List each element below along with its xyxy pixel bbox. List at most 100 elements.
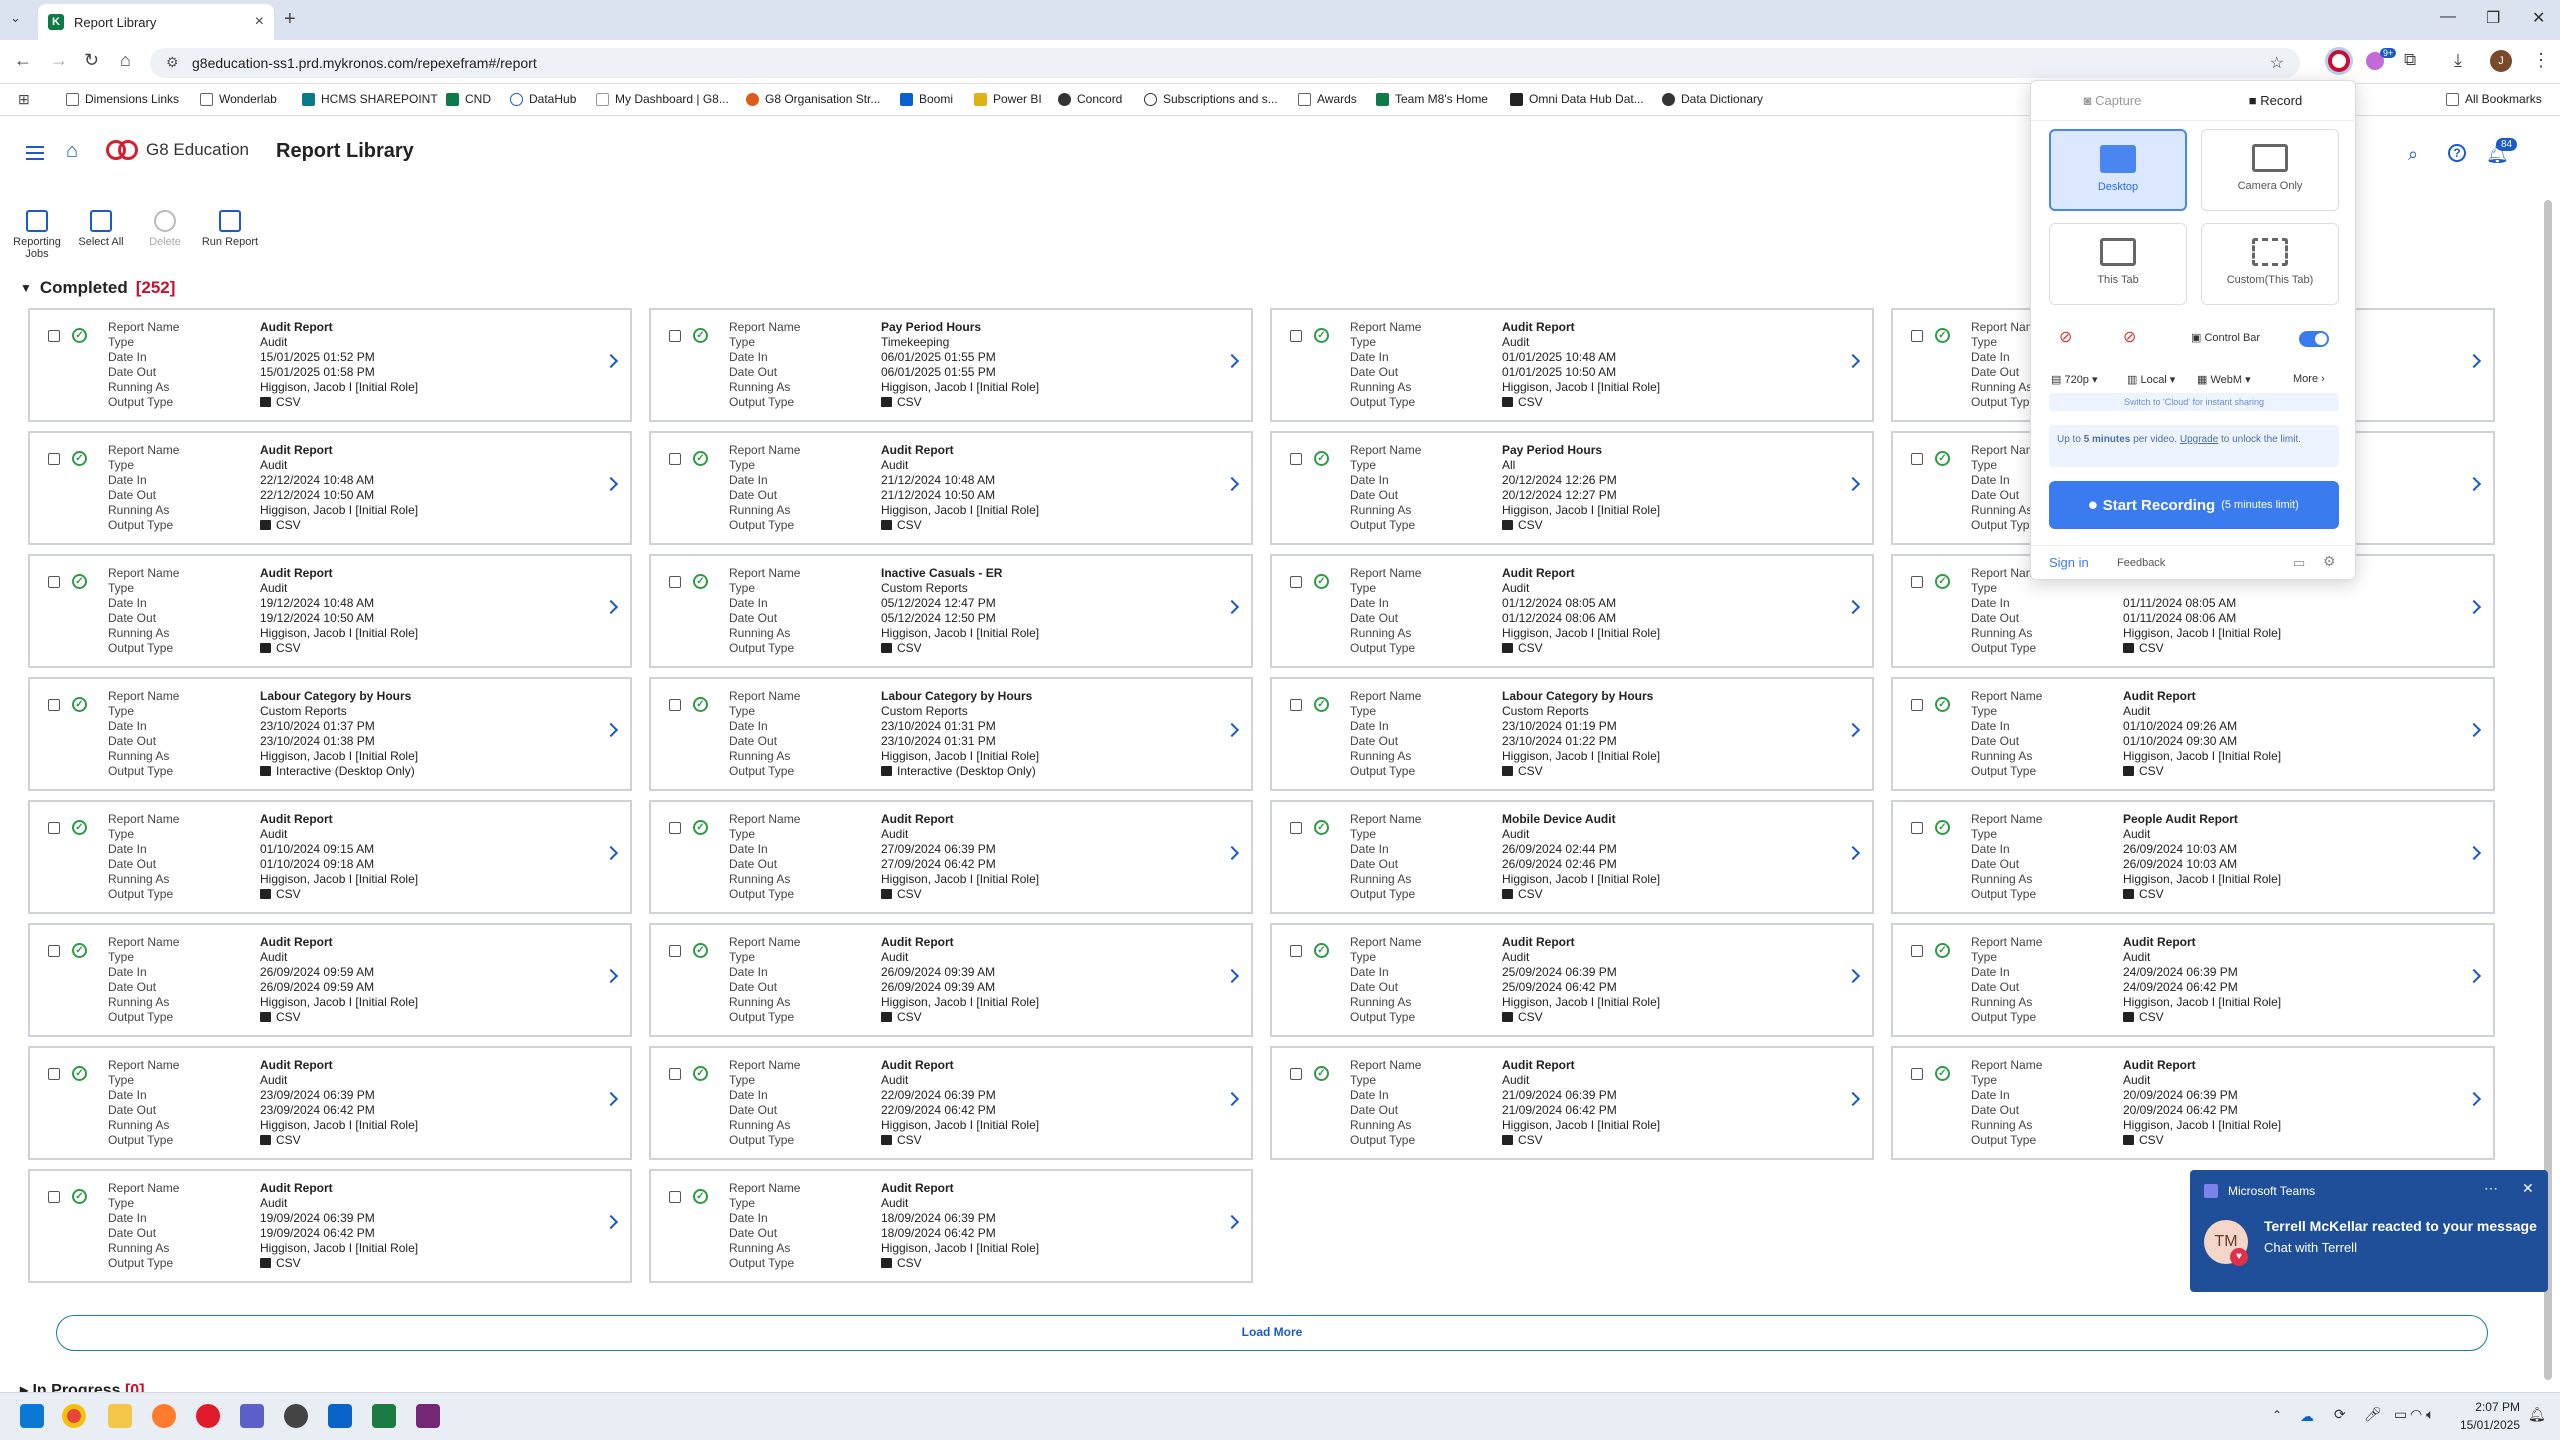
outlook-icon[interactable] <box>328 1404 352 1428</box>
teams-notification-toast[interactable]: Microsoft Teams ⋯ ✕ TM ♥ Terrell McKella… <box>2190 1170 2548 1292</box>
chevron-right-icon[interactable] <box>1845 353 1861 369</box>
chevron-right-icon[interactable] <box>1845 845 1861 861</box>
profile-avatar[interactable]: J <box>2490 50 2512 72</box>
chrome-icon[interactable] <box>62 1404 86 1428</box>
report-card[interactable]: ✓ Report Name Type Date In Date Out Running A… <box>1891 923 2495 1037</box>
report-checkbox[interactable] <box>1911 699 1923 711</box>
firefox-icon[interactable] <box>152 1404 176 1428</box>
report-card[interactable]: ✓ Report Name Type Date In Date Out Running A… <box>1270 1046 1874 1160</box>
chevron-right-icon[interactable] <box>2466 476 2482 492</box>
report-checkbox[interactable] <box>1911 453 1923 465</box>
report-checkbox[interactable] <box>48 330 60 342</box>
this-tab-option[interactable]: This Tab <box>2049 223 2187 305</box>
chevron-right-icon[interactable] <box>2466 968 2482 984</box>
settings-gear-icon[interactable]: ⚙ <box>2323 553 2336 570</box>
folder-icon[interactable]: ▭ <box>2293 555 2305 571</box>
chevron-right-icon[interactable] <box>1224 968 1240 984</box>
delete-button[interactable]: Delete <box>140 210 190 248</box>
bookmark-star-icon[interactable]: ☆ <box>2270 53 2284 73</box>
chevron-right-icon[interactable] <box>1224 845 1240 861</box>
report-card[interactable]: ✓ Report Name Type Date In Date Out Running A… <box>28 923 632 1037</box>
report-checkbox[interactable] <box>48 699 60 711</box>
chevron-right-icon[interactable] <box>1224 353 1240 369</box>
chevron-right-icon[interactable] <box>1224 599 1240 615</box>
storage-select[interactable]: ▥ Local ▾ <box>2127 373 2175 386</box>
more-settings-link[interactable]: More › <box>2293 373 2325 385</box>
report-checkbox[interactable] <box>669 453 681 465</box>
extensions-puzzle-icon[interactable]: ⧉ <box>2404 50 2416 70</box>
bookmark-item[interactable]: G8 Organisation Str... <box>746 92 880 106</box>
report-card[interactable]: ✓ Report Name Type Date In Date Out Running A… <box>1270 800 1874 914</box>
sign-in-link[interactable]: Sign in <box>2049 555 2089 570</box>
power-apps-icon[interactable] <box>416 1404 440 1428</box>
report-card[interactable]: ✓ Report Name Type Date In Date Out Running A… <box>28 554 632 668</box>
close-toast-icon[interactable]: ✕ <box>2522 1180 2534 1197</box>
chevron-right-icon[interactable] <box>1845 476 1861 492</box>
site-info-icon[interactable]: ⚙ <box>166 54 179 71</box>
report-checkbox[interactable] <box>1290 822 1302 834</box>
chevron-right-icon[interactable] <box>2466 1091 2482 1107</box>
clock-date[interactable]: 15/01/2025 <box>2452 1418 2520 1432</box>
report-card[interactable]: ✓ Report Name Type Date In Date Out Running A… <box>28 800 632 914</box>
reload-icon[interactable]: ↻ <box>84 50 99 71</box>
screen-recorder-extension-icon[interactable] <box>2328 50 2350 72</box>
feedback-link[interactable]: Feedback <box>2117 557 2165 569</box>
search-icon[interactable]: ⌕ <box>2408 144 2428 164</box>
report-card[interactable]: ✓ Report Name Type Date In Date Out Running A… <box>649 1046 1253 1160</box>
bookmark-item[interactable]: My Dashboard | G8... <box>596 92 729 106</box>
bookmark-item[interactable]: HCMS SHAREPOINT <box>302 92 438 106</box>
report-card[interactable]: ✓ Report Name Type Date In Date Out Running A… <box>28 431 632 545</box>
report-checkbox[interactable] <box>669 945 681 957</box>
chevron-right-icon[interactable] <box>1224 1091 1240 1107</box>
chevron-right-icon[interactable] <box>603 1214 619 1230</box>
bookmark-item[interactable]: Data Dictionary <box>1662 92 1763 106</box>
report-checkbox[interactable] <box>669 330 681 342</box>
chevron-right-icon[interactable] <box>1224 1214 1240 1230</box>
report-checkbox[interactable] <box>48 822 60 834</box>
report-checkbox[interactable] <box>48 576 60 588</box>
report-checkbox[interactable] <box>1290 330 1302 342</box>
report-checkbox[interactable] <box>1911 822 1923 834</box>
format-select[interactable]: ▦ WebM ▾ <box>2197 373 2251 386</box>
new-tab-icon[interactable]: + <box>284 8 296 31</box>
report-card[interactable]: ✓ Report Name Type Date In Date Out Running A… <box>1270 554 1874 668</box>
teams-taskbar-icon[interactable] <box>240 1404 264 1428</box>
report-card[interactable]: ✓ Report Name Type Date In Date Out Running A… <box>28 1046 632 1160</box>
chevron-right-icon[interactable] <box>1845 968 1861 984</box>
control-bar-toggle[interactable] <box>2299 331 2329 347</box>
report-checkbox[interactable] <box>669 699 681 711</box>
all-bookmarks[interactable]: All Bookmarks <box>2446 92 2542 106</box>
chevron-right-icon[interactable] <box>1224 722 1240 738</box>
microphone-off-icon[interactable]: ⊘ <box>2059 327 2072 347</box>
report-checkbox[interactable] <box>1911 330 1923 342</box>
upgrade-link[interactable]: Upgrade <box>2180 434 2218 445</box>
tray-chevron-icon[interactable]: ⌃ <box>2272 1408 2282 1422</box>
help-icon[interactable]: ? <box>2448 144 2466 162</box>
report-checkbox[interactable] <box>669 1068 681 1080</box>
forward-icon[interactable]: → <box>50 50 68 71</box>
report-checkbox[interactable] <box>48 1068 60 1080</box>
report-checkbox[interactable] <box>1290 576 1302 588</box>
bookmark-item[interactable]: DataHub <box>510 92 576 106</box>
chevron-right-icon[interactable] <box>2466 722 2482 738</box>
notification-center-icon[interactable]: 🔔︎ <box>2528 1406 2546 1423</box>
browser-menu-icon[interactable]: ⋮ <box>2532 50 2550 71</box>
report-checkbox[interactable] <box>48 1191 60 1203</box>
media-player-icon[interactable] <box>196 1404 220 1428</box>
report-checkbox[interactable] <box>1290 699 1302 711</box>
chevron-right-icon[interactable] <box>603 353 619 369</box>
tab-capture[interactable]: ◙ Capture <box>2031 81 2194 120</box>
report-card[interactable]: ✓ Report Name Type Date In Date Out Running A… <box>649 1169 1253 1283</box>
excel-icon[interactable] <box>372 1404 396 1428</box>
hamburger-menu-icon[interactable] <box>26 146 44 160</box>
report-checkbox[interactable] <box>1290 945 1302 957</box>
chatgpt-icon[interactable] <box>284 1404 308 1428</box>
bookmark-item[interactable]: Dimensions Links <box>66 92 179 106</box>
back-icon[interactable]: ← <box>14 50 32 71</box>
report-card[interactable]: ✓ Report Name Type Date In Date Out Running A… <box>649 800 1253 914</box>
maximize-icon[interactable]: ❐ <box>2486 8 2500 28</box>
chevron-right-icon[interactable] <box>603 476 619 492</box>
chevron-right-icon[interactable] <box>603 845 619 861</box>
clock-time[interactable]: 2:07 PM <box>2464 1400 2520 1414</box>
chevron-right-icon[interactable] <box>1845 599 1861 615</box>
